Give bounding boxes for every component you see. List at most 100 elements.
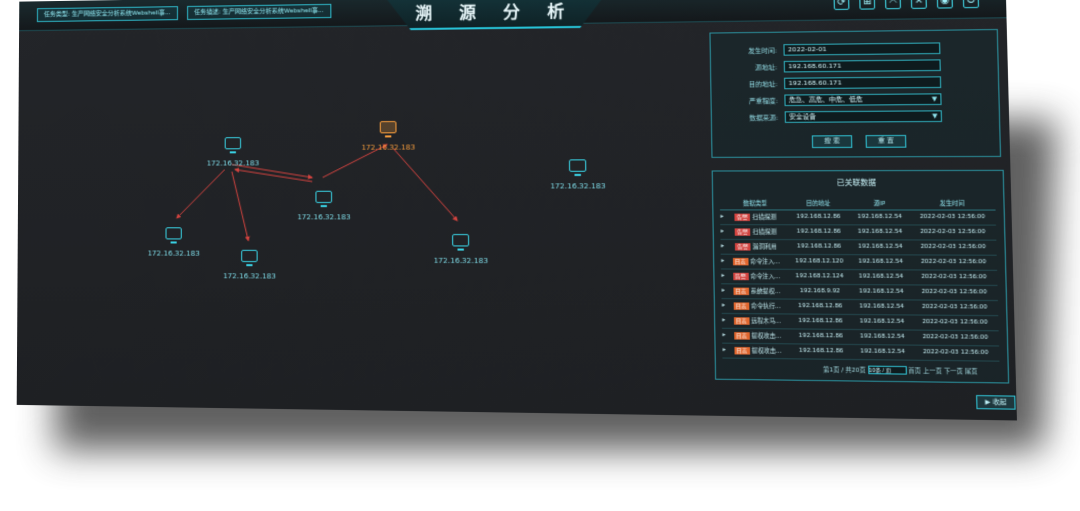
table-row[interactable]: ▸ 告警 扫描探测 192.168.12.86 192.168.12.54 2022-02…: [720, 209, 996, 224]
table-row[interactable]: ▸ 告警 扫描探测 192.168.12.86 192.168.12.54 2022-02…: [720, 224, 996, 240]
monitor-icon: [452, 234, 469, 246]
table-header: 数据类型 目的地址 源IP 发生时间: [720, 198, 996, 210]
pagination: 第1页 / 共20页 首页 上一页 下一页 尾页: [823, 365, 978, 376]
type-tag: 日志: [733, 317, 749, 325]
type-tag: 日志: [733, 302, 749, 310]
time-cell: 2022-02-03 12:56:00: [909, 224, 996, 239]
time-input[interactable]: 2022-02-01: [783, 42, 940, 55]
graph-node-alert[interactable]: 172.16.32.183: [341, 118, 435, 152]
type-cell: 告警 扫描探测: [724, 209, 787, 224]
filter-row-src: 源地址: 192.168.60.171: [722, 58, 941, 73]
table-row[interactable]: ▸ 日志 提权攻击... 192.168.12.86 192.168.12.54 2022…: [722, 343, 999, 361]
src-cell: 192.168.12.54: [851, 239, 910, 254]
time-cell: 2022-02-03 12:56:00: [910, 269, 997, 285]
dst-cell: 192.168.12.86: [788, 299, 852, 314]
edge-n1-n4: [177, 170, 225, 219]
src-cell: 192.168.12.54: [853, 344, 913, 360]
severity-select[interactable]: 危急、高危、中危、低危 ▼: [784, 93, 941, 106]
type-tag: 日志: [734, 347, 750, 355]
page-info: 第1页 / 共20页: [823, 366, 866, 374]
type-cell: 日志 命令注入...: [725, 254, 788, 269]
prev-page-link[interactable]: 上一页: [923, 368, 942, 375]
edge-n2-n6: [393, 148, 457, 220]
filter-row-source: 数据来源: 安全设备 ▼: [723, 109, 942, 123]
filter-row-severity: 严重程度: 危急、高危、中危、低危 ▼: [722, 92, 941, 106]
col-time: 发生时间: [909, 198, 996, 210]
filter-row-dst: 目的地址: 192.168.60.171: [722, 75, 941, 90]
refresh-icon[interactable]: ⟳: [834, 0, 850, 10]
dst-cell: 192.168.12.86: [789, 343, 853, 359]
type-text: 命令执行...: [750, 303, 781, 311]
severity-value: 危急、高危、中危、低危: [788, 95, 863, 104]
src-cell: 192.168.12.54: [850, 209, 909, 224]
monitor-icon: [315, 191, 332, 203]
graph-node[interactable]: 172.16.32.183: [529, 156, 626, 191]
collapse-button[interactable]: ▶ 收起: [976, 395, 1016, 410]
graph-node[interactable]: 172.16.32.183: [277, 188, 371, 222]
monitor-icon: [569, 159, 586, 172]
node-label: 172.16.32.183: [361, 143, 416, 152]
type-tag: 告警: [733, 273, 749, 280]
time-cell: 2022-02-03 12:56:00: [911, 314, 998, 330]
type-text: 命令注入...: [750, 259, 780, 266]
type-tag: 日志: [732, 258, 748, 265]
table-row[interactable]: ▸ 日志 命令注入... 192.168.12.120 192.168.12.54 202…: [721, 254, 997, 270]
edge-n1-n5: [232, 172, 248, 241]
type-text: 扫描探测: [752, 229, 777, 236]
monitor-icon: [241, 250, 257, 262]
type-cell: 日志 远程木马...: [726, 313, 789, 328]
page-size-input[interactable]: [868, 366, 907, 375]
type-text: 扫描探测: [752, 214, 777, 222]
dest-address-input[interactable]: 192.168.60.171: [784, 76, 941, 89]
type-tag: 告警: [735, 228, 751, 235]
node-label: 172.16.32.183: [223, 272, 276, 281]
type-tag: 日志: [734, 332, 750, 340]
time-cell: 2022-02-03 12:56:00: [912, 345, 999, 361]
dst-cell: 192.168.12.86: [787, 224, 851, 239]
table-row[interactable]: ▸ 告警 命令注入... 192.168.12.124 192.168.12.54 202…: [721, 268, 998, 284]
type-cell: 告警 扫描探测: [724, 224, 787, 239]
last-page-link[interactable]: 尾页: [965, 368, 978, 375]
type-cell: 告警 命令注入...: [725, 268, 788, 283]
src-cell: 192.168.12.54: [852, 314, 911, 330]
filter-row-time: 发生时间: 2022-02-01: [722, 41, 941, 56]
monitor-alert-icon: [380, 121, 397, 133]
type-text: 命令注入...: [750, 273, 781, 281]
graph-node[interactable]: 172.16.32.183: [187, 134, 279, 168]
search-button[interactable]: 搜 索: [812, 135, 853, 148]
source-address-input[interactable]: 192.168.60.171: [784, 59, 941, 72]
type-cell: 日志 命令执行...: [725, 298, 788, 313]
filter-label: 源地址:: [754, 63, 778, 72]
dst-cell: 192.168.12.86: [789, 328, 853, 344]
first-page-link[interactable]: 首页: [908, 368, 921, 375]
chevron-down-icon: ▼: [932, 111, 938, 120]
time-cell: 2022-02-03 12:56:00: [909, 209, 996, 224]
related-data-panel: 已关联数据 数据类型 目的地址 源IP 发生时间 ▸ 告警 扫描探测 192.168.…: [712, 170, 1010, 384]
related-title: 已关联数据: [836, 178, 877, 188]
filter-panel: 发生时间: 2022-02-01 源地址: 192.168.60.171 目的地…: [709, 29, 1001, 158]
next-page-link[interactable]: 下一页: [944, 368, 963, 375]
graph-node[interactable]: 172.16.32.183: [203, 247, 296, 281]
graph-node[interactable]: 172.16.32.183: [413, 231, 509, 266]
power-icon[interactable]: ⏻: [963, 0, 979, 8]
grid-icon[interactable]: ⊞: [859, 0, 875, 10]
type-cell: 告警 漏洞利用: [724, 239, 787, 254]
reset-button[interactable]: 重 置: [866, 135, 907, 148]
type-tag: 告警: [735, 243, 751, 250]
src-cell: 192.168.12.54: [850, 224, 909, 239]
table-row[interactable]: ▸ 告警 漏洞利用 192.168.12.86 192.168.12.54 2022-02…: [720, 239, 996, 255]
node-label: 172.16.32.183: [297, 213, 351, 222]
type-text: 提权攻击...: [751, 333, 782, 341]
trash-icon[interactable]: ✕: [911, 0, 927, 9]
node-label: 172.16.32.183: [206, 159, 260, 168]
expand-icon[interactable]: ⤧: [885, 0, 901, 9]
type-tag: 告警: [734, 214, 750, 221]
time-cell: 2022-02-03 12:56:00: [910, 254, 997, 269]
app-window: 任务类型: 生产网络安全分析系统Webshell事... 任务描述: 生产网络安…: [17, 0, 1017, 421]
type-text: 提权攻击...: [751, 348, 782, 355]
data-source-select[interactable]: 安全设备 ▼: [785, 110, 942, 123]
filter-label: 目的地址:: [748, 80, 778, 88]
dst-cell: 192.168.12.86: [789, 313, 853, 329]
data-source-value: 安全设备: [789, 112, 816, 121]
eye-icon[interactable]: ◉: [937, 0, 953, 9]
